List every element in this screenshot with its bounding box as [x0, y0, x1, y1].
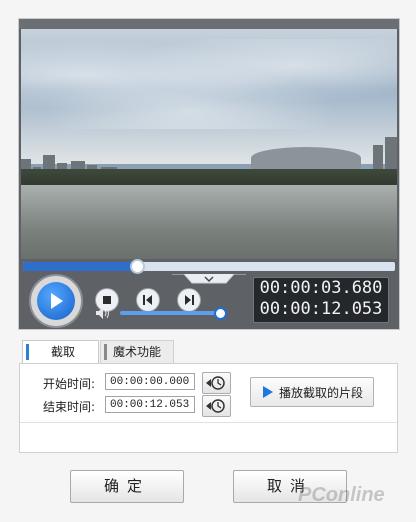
control-bar: 00:00:03.680 00:00:12.053 — [19, 271, 399, 329]
seek-bar-progress — [23, 262, 137, 271]
tab-magic-features[interactable]: 魔术功能 — [100, 340, 174, 363]
play-button[interactable] — [29, 274, 83, 328]
tab-capture[interactable]: 截取 — [22, 340, 99, 363]
previous-frame-button[interactable] — [136, 288, 160, 312]
tab-capture-label: 截取 — [51, 345, 76, 359]
play-icon — [37, 282, 75, 320]
ok-button[interactable]: 确定 — [70, 470, 184, 503]
set-end-time-button[interactable] — [202, 395, 231, 417]
divider — [20, 422, 397, 423]
play-icon — [263, 386, 273, 398]
video-player: 00:00:03.680 00:00:12.053 — [18, 18, 400, 330]
set-time-icon — [206, 376, 225, 390]
next-frame-button[interactable] — [177, 288, 201, 312]
tab-magic-features-label: 魔术功能 — [113, 345, 162, 359]
play-clip-button[interactable]: 播放截取的片段 — [250, 377, 374, 407]
watermark: PConline — [298, 484, 385, 506]
set-start-time-button[interactable] — [202, 372, 231, 394]
start-time-field[interactable]: 00:00:00.000 — [105, 373, 195, 390]
start-time-label: 开始时间: — [43, 377, 96, 391]
play-clip-label: 播放截取的片段 — [279, 386, 364, 400]
volume-icon[interactable] — [95, 306, 111, 320]
end-time-label: 结束时间: — [43, 400, 96, 414]
total-time: 00:00:12.053 — [259, 299, 383, 319]
current-time: 00:00:03.680 — [259, 278, 383, 298]
previous-frame-icon — [143, 295, 152, 305]
time-display: 00:00:03.680 00:00:12.053 — [253, 277, 389, 323]
video-preview — [21, 29, 397, 259]
set-time-icon — [206, 399, 225, 413]
volume-handle[interactable] — [213, 307, 227, 320]
next-frame-icon — [185, 295, 194, 305]
player-top-bar — [19, 19, 399, 29]
capture-panel: 开始时间: 00:00:00.000 结束时间: 00:00:12.053 播放… — [19, 363, 398, 453]
end-time-field[interactable]: 00:00:12.053 — [105, 396, 195, 413]
volume-slider[interactable] — [120, 307, 227, 320]
